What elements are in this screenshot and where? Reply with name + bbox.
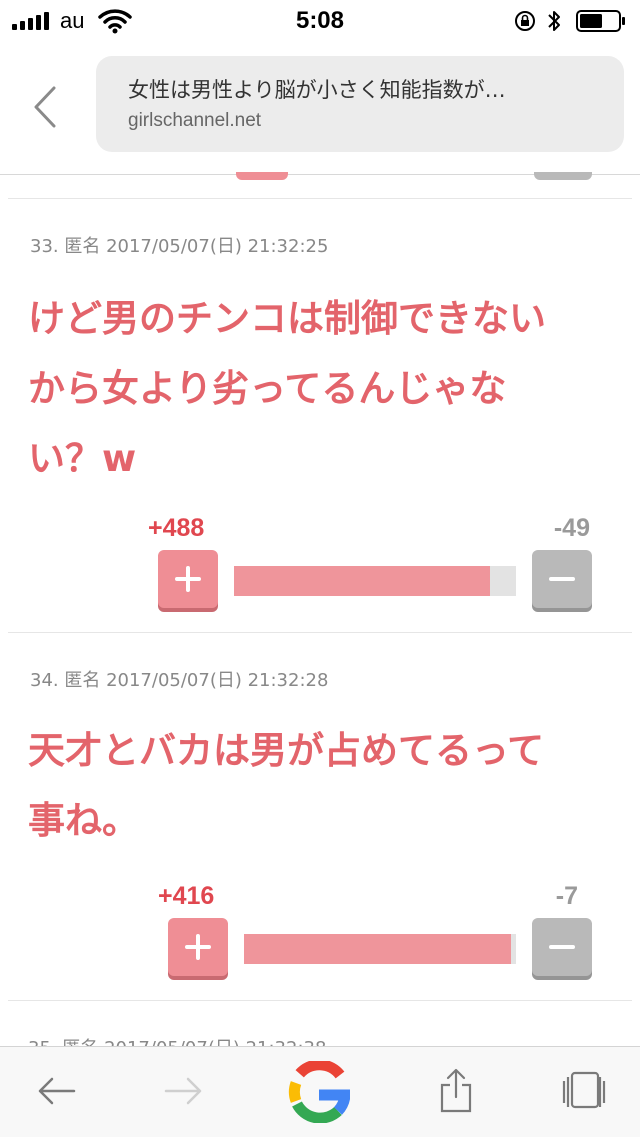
vote-ratio-fill <box>234 566 491 596</box>
comment-line: 事ね。 <box>28 799 139 842</box>
page-title: 女性は男性より脳が小さく知能指数が… <box>128 78 506 102</box>
divider <box>8 632 632 633</box>
bluetooth-icon <box>548 11 560 31</box>
comment-line: から女より劣ってるんじゃな <box>28 367 507 410</box>
browser-toolbar <box>0 1046 640 1137</box>
chevron-left-icon[interactable] <box>28 82 62 132</box>
orientation-lock-icon <box>515 11 535 31</box>
page-host: girlschannel.net <box>128 110 262 131</box>
previous-plus-button[interactable] <box>236 172 288 180</box>
minus-vote-button[interactable] <box>532 550 592 608</box>
minus-count: -49 <box>553 514 590 542</box>
minus-vote-button[interactable] <box>532 918 592 976</box>
plus-icon <box>175 566 201 592</box>
minus-icon <box>549 577 575 581</box>
tabs-icon[interactable] <box>562 1071 606 1111</box>
comment-body: 天才とバカは男が占めてるって 事ね。 <box>28 716 598 856</box>
plus-vote-button[interactable] <box>168 918 228 976</box>
comment-line: い？w <box>28 437 137 480</box>
comment-body: けど男のチンコは制御できない から女より劣ってるんじゃな い？w <box>28 284 598 494</box>
comment-meta: 33. 匿名 2017/05/07(日) 21:32:25 <box>30 236 329 257</box>
plus-icon <box>185 934 211 960</box>
vote-ratio-bar <box>234 566 516 596</box>
plus-count: +416 <box>158 882 215 910</box>
divider <box>8 1000 632 1001</box>
arrow-left-icon[interactable] <box>36 1075 76 1107</box>
minus-icon <box>549 945 575 949</box>
browser-navbar: 女性は男性より脳が小さく知能指数が… girlschannel.net <box>0 44 640 175</box>
clock: 5:08 <box>295 7 345 34</box>
arrow-right-icon[interactable] <box>164 1075 204 1107</box>
status-bar: au 5:08 <box>0 0 640 44</box>
share-icon[interactable] <box>438 1067 474 1115</box>
comment-line: 天才とバカは男が占めてるって <box>28 729 545 772</box>
vote-ratio-fill <box>244 934 512 964</box>
previous-minus-button[interactable] <box>534 172 592 180</box>
divider <box>8 198 632 199</box>
vote-ratio-bar <box>244 934 516 964</box>
comment-line: けど男のチンコは制御できない <box>28 297 546 340</box>
google-logo[interactable] <box>288 1061 350 1123</box>
address-bar[interactable]: 女性は男性より脳が小さく知能指数が… girlschannel.net <box>96 56 624 152</box>
minus-count: -7 <box>555 882 578 910</box>
battery-icon <box>576 10 625 32</box>
plus-vote-button[interactable] <box>158 550 218 608</box>
plus-count: +488 <box>148 514 205 542</box>
comment-meta: 34. 匿名 2017/05/07(日) 21:32:28 <box>30 670 329 691</box>
